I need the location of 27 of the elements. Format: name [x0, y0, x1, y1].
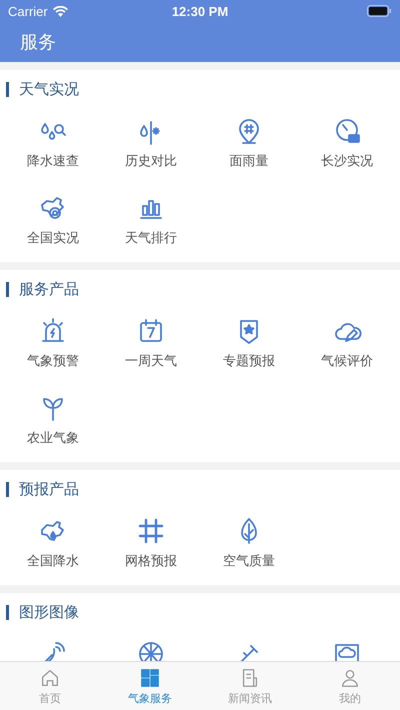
- grid-icon: [139, 666, 161, 688]
- wifi-icon: [52, 6, 68, 16]
- service-item[interactable]: 全国实况: [4, 185, 102, 262]
- carrier-text: Carrier: [8, 4, 48, 18]
- service-item[interactable]: 面雨量: [200, 108, 298, 185]
- page-title: 服务: [20, 31, 56, 54]
- battery-icon: [367, 5, 392, 17]
- service-item[interactable]: 全国降水: [4, 508, 102, 585]
- service-item[interactable]: 农业气象: [4, 385, 102, 462]
- section-title: 服务产品: [19, 280, 79, 298]
- grid-icon: [136, 516, 166, 546]
- tab-item[interactable]: 气象服务: [100, 662, 200, 710]
- service-item[interactable]: 气象预警: [4, 308, 102, 385]
- status-time: 12:30 PM: [172, 4, 228, 18]
- service-item[interactable]: 网格预报: [102, 508, 200, 585]
- section-title: 图形图像: [19, 602, 79, 622]
- globe-icon[interactable]: [136, 639, 166, 661]
- service-item[interactable]: 长沙实况: [298, 108, 396, 185]
- section-title: 预报产品: [19, 480, 79, 498]
- service-item[interactable]: 一周天气: [102, 308, 200, 385]
- service-item[interactable]: 气候评价: [298, 308, 396, 385]
- section-title: 天气实况: [19, 80, 79, 98]
- service-item[interactable]: 专题预报: [200, 308, 298, 385]
- service-item[interactable]: 天气排行: [102, 185, 200, 262]
- service-item[interactable]: 历史对比: [102, 108, 200, 185]
- service-item[interactable]: 空气质量: [200, 508, 298, 585]
- service-item[interactable]: 降水速查: [4, 108, 102, 185]
